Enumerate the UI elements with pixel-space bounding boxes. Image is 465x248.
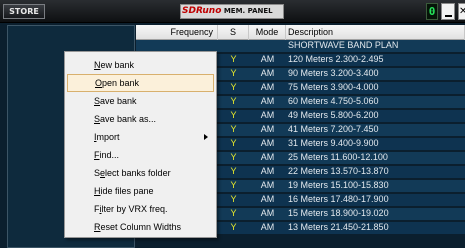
menu-item-label: eset Column Widths [100, 222, 182, 232]
title-bar: STORE SDRuno MEM. PANEL 0 ✕ [0, 0, 465, 23]
table-header: Frequency S Mode Description [136, 25, 465, 40]
cell-s: Y [230, 54, 237, 64]
column-header-frequency[interactable]: Frequency [136, 25, 218, 40]
cell-s: Y [230, 152, 237, 162]
store-button[interactable]: STORE [3, 4, 45, 19]
cell-mode: AM [260, 194, 275, 204]
cell-mode: AM [260, 124, 275, 134]
cell-mode: AM [260, 180, 275, 190]
panel-title: SDRuno MEM. PANEL [180, 4, 284, 19]
menu-item-hide-files-pane[interactable]: Hide files pane [67, 182, 214, 200]
cell-s: Y [230, 194, 237, 204]
menu-item-open-bank[interactable]: Open bank [67, 74, 214, 92]
menu-item-label: pen bank [102, 78, 140, 88]
menu-item-label: lter by VRX freq. [101, 204, 168, 214]
digit-indicator: 0 [426, 3, 438, 20]
menu-item-label: ave bank as... [100, 114, 157, 124]
menu-item-find[interactable]: Find... [67, 146, 214, 164]
cell-description: SHORTWAVE BAND PLAN [288, 40, 399, 50]
cell-description: 25 Meters 11.600-12.100 [288, 152, 388, 162]
menu-item-label: ew bank [100, 60, 135, 70]
cell-description: 13 Meters 21.450-21.850 [288, 222, 389, 232]
cell-description: 90 Meters 3.200-3.400 [288, 68, 379, 78]
close-icon[interactable]: ✕ [458, 3, 465, 20]
cell-mode: AM [260, 82, 275, 92]
cell-mode: AM [260, 110, 275, 120]
cell-s: Y [230, 208, 237, 218]
cell-description: 16 Meters 17.480-17.900 [288, 194, 389, 204]
cell-s: Y [230, 180, 237, 190]
menu-item-accelerator: O [95, 78, 103, 88]
cell-s: Y [230, 68, 237, 78]
submenu-arrow-icon [204, 134, 208, 140]
column-header-mode[interactable]: Mode [249, 25, 286, 40]
menu-item-label: ind... [99, 150, 120, 160]
menu-item-select-banks-folder[interactable]: Select banks folder [67, 164, 214, 182]
cell-mode: AM [260, 68, 275, 78]
cell-s: Y [230, 96, 237, 106]
minimize-icon[interactable] [441, 3, 455, 20]
menu-item-filter-by-vrx-freq[interactable]: Filter by VRX freq. [67, 200, 214, 218]
column-header-s[interactable]: S [218, 25, 249, 40]
cell-description: 75 Meters 3.900-4.000 [288, 82, 379, 92]
cell-s: Y [230, 82, 237, 92]
cell-mode: AM [260, 222, 275, 232]
cell-s: Y [230, 222, 237, 232]
menu-item-save-bank[interactable]: Save bank [67, 92, 214, 110]
menu-item-label: ave bank [100, 96, 137, 106]
cell-description: 15 Meters 18.900-19.020 [288, 208, 389, 218]
menu-item-import[interactable]: Import [67, 128, 214, 146]
cell-mode: AM [260, 152, 275, 162]
menu-item-label: mport [96, 132, 120, 142]
cell-mode: AM [260, 54, 275, 64]
brand-logo: SDRuno [182, 6, 222, 16]
cell-description: 22 Meters 13.570-13.870 [288, 166, 389, 176]
cell-s: Y [230, 110, 237, 120]
panel-title-text: MEM. PANEL [221, 7, 273, 15]
cell-description: 120 Meters 2.300-2.495 [288, 54, 384, 64]
cell-description: 41 Meters 7.200-7.450 [288, 124, 379, 134]
menu-item-new-bank[interactable]: New bank [67, 56, 214, 74]
column-header-description[interactable]: Description [286, 25, 465, 40]
cell-mode [249, 40, 286, 52]
cell-mode: AM [260, 96, 275, 106]
cell-description: 49 Meters 5.800-6.200 [288, 110, 379, 120]
cell-description: 19 Meters 15.100-15.830 [288, 180, 389, 190]
menu-item-reset-column-widths[interactable]: Reset Column Widths [67, 218, 214, 236]
menu-item-label: ide files pane [100, 186, 154, 196]
cell-s [218, 40, 249, 52]
cell-description: 31 Meters 9.400-9.900 [288, 138, 379, 148]
cell-mode: AM [260, 138, 275, 148]
menu-item-save-bank-as[interactable]: Save bank as... [67, 110, 214, 128]
menu-item-label: lect banks folder [105, 168, 171, 178]
cell-description: 60 Meters 4.750-5.060 [288, 96, 379, 106]
cell-mode: AM [260, 166, 275, 176]
cell-s: Y [230, 124, 237, 134]
context-menu: New bank Open bank Save bank Save bank as..… [64, 51, 217, 238]
cell-mode: AM [260, 208, 275, 218]
cell-s: Y [230, 166, 237, 176]
cell-s: Y [230, 138, 237, 148]
